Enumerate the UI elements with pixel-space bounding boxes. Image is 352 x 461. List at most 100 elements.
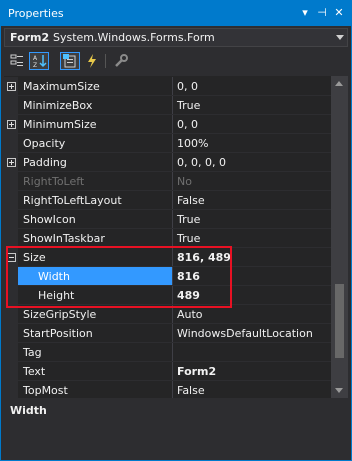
description-pane: Width (4, 401, 348, 459)
row-margin (4, 115, 18, 134)
dropdown-icon[interactable]: ▾ (298, 5, 312, 21)
row-margin (4, 286, 18, 305)
property-name[interactable]: MinimizeBox (18, 96, 172, 115)
property-row-minimizebox[interactable]: MinimizeBox True (4, 96, 331, 115)
categorized-icon (10, 54, 23, 66)
toolbar: A Z (1, 50, 351, 72)
property-value[interactable] (173, 343, 331, 362)
property-row-padding[interactable]: Padding 0, 0, 0, 0 (4, 153, 331, 172)
property-row-righttoleft[interactable]: RightToLeft No (4, 172, 331, 191)
scroll-up-icon[interactable] (335, 81, 343, 86)
property-value[interactable]: 0, 0 (173, 77, 331, 96)
wrench-icon (115, 54, 128, 67)
property-name[interactable]: Tag (18, 343, 172, 362)
property-name[interactable]: RightToLeftLayout (18, 191, 172, 210)
property-row-opacity[interactable]: Opacity 100% (4, 134, 331, 153)
scroll-thumb[interactable] (335, 284, 344, 358)
property-name[interactable]: StartPosition (18, 324, 172, 343)
property-value[interactable]: Form2 (173, 362, 331, 381)
property-value[interactable]: 816, 489 (173, 248, 331, 267)
object-type: System.Windows.Forms.Form (53, 31, 215, 44)
property-name[interactable]: MinimumSize (18, 115, 172, 134)
property-name[interactable]: SizeGripStyle (18, 305, 172, 324)
property-value[interactable]: True (173, 96, 331, 115)
property-row-minimumsize[interactable]: MinimumSize 0, 0 (4, 115, 331, 134)
property-value[interactable]: True (173, 210, 331, 229)
properties-button[interactable] (60, 52, 80, 70)
svg-text:A: A (33, 55, 38, 62)
property-row-width[interactable]: Width 816 (4, 267, 331, 286)
property-value[interactable]: 100% (173, 134, 331, 153)
property-row-showintaskbar[interactable]: ShowInTaskbar True (4, 229, 331, 248)
row-margin (4, 172, 18, 191)
property-value[interactable]: WindowsDefaultLocation (173, 324, 331, 343)
property-pages-button[interactable] (111, 52, 131, 70)
row-margin (4, 77, 18, 96)
row-margin (4, 153, 18, 172)
property-row-topmost[interactable]: TopMost False (4, 381, 331, 398)
row-margin (4, 305, 18, 324)
property-row-showicon[interactable]: ShowIcon True (4, 210, 331, 229)
toolbar-separator (105, 54, 106, 68)
row-margin (4, 362, 18, 381)
property-value[interactable]: 0, 0, 0, 0 (173, 153, 331, 172)
row-margin (4, 96, 18, 115)
alphabetical-button[interactable]: A Z (29, 52, 49, 70)
property-value[interactable]: No (173, 172, 331, 191)
alphabetical-icon: A Z (33, 55, 47, 68)
property-value[interactable]: False (173, 191, 331, 210)
object-name: Form2 (10, 31, 50, 44)
property-row-startposition[interactable]: StartPosition WindowsDefaultLocation (4, 324, 331, 343)
property-row-righttoleftlayout[interactable]: RightToLeftLayout False (4, 191, 331, 210)
property-name[interactable]: Opacity (18, 134, 172, 153)
expand-icon[interactable] (7, 82, 16, 91)
close-icon[interactable]: ✕ (332, 5, 346, 21)
property-name[interactable]: TopMost (18, 381, 172, 398)
description-title: Width (10, 404, 47, 417)
property-row-sizegripstyle[interactable]: SizeGripStyle Auto (4, 305, 331, 324)
categorized-button[interactable] (7, 52, 27, 70)
property-value[interactable]: Auto (173, 305, 331, 324)
events-button[interactable] (82, 52, 102, 70)
property-grid: MaximumSize 0, 0 MinimizeBox True MinimumSiz… (4, 76, 331, 398)
property-row-maximumsize[interactable]: MaximumSize 0, 0 (4, 77, 331, 96)
property-name[interactable]: ShowInTaskbar (18, 229, 172, 248)
row-margin (4, 229, 18, 248)
row-margin (4, 343, 18, 362)
svg-text:Z: Z (33, 62, 37, 68)
row-margin (4, 248, 18, 267)
property-row-size[interactable]: Size 816, 489 (4, 248, 331, 267)
expand-icon[interactable] (7, 158, 16, 167)
title-bar: Properties ▾ ⊣ ✕ (1, 1, 351, 26)
property-value[interactable]: False (173, 381, 331, 398)
row-margin (4, 267, 18, 286)
property-row-text[interactable]: Text Form2 (4, 362, 331, 381)
property-value[interactable]: 0, 0 (173, 115, 331, 134)
property-name[interactable]: ShowIcon (18, 210, 172, 229)
property-name[interactable]: RightToLeft (18, 172, 172, 191)
property-name[interactable]: Padding (18, 153, 172, 172)
property-name[interactable]: Text (18, 362, 172, 381)
properties-icon (63, 54, 76, 68)
object-selector[interactable]: Form2 System.Windows.Forms.Form (4, 28, 348, 47)
property-row-tag[interactable]: Tag (4, 343, 331, 362)
property-name[interactable]: MaximumSize (18, 77, 172, 96)
properties-window: Properties ▾ ⊣ ✕ Form2 System.Windows.Fo… (0, 0, 352, 461)
collapse-icon[interactable] (7, 253, 16, 262)
property-name[interactable]: Height (18, 286, 172, 305)
chevron-down-icon[interactable] (336, 35, 344, 40)
scroll-down-icon[interactable] (335, 388, 343, 393)
property-value[interactable]: True (173, 229, 331, 248)
property-value[interactable]: 816 (173, 267, 331, 286)
row-margin (4, 191, 18, 210)
property-name[interactable]: Width (18, 267, 172, 286)
expand-icon[interactable] (7, 120, 16, 129)
row-margin (4, 134, 18, 153)
pin-icon[interactable]: ⊣ (315, 5, 329, 21)
property-name[interactable]: Size (18, 248, 172, 267)
row-margin (4, 324, 18, 343)
property-value[interactable]: 489 (173, 286, 331, 305)
events-icon (88, 54, 96, 68)
vertical-scrollbar[interactable] (331, 76, 348, 398)
property-row-height[interactable]: Height 489 (4, 286, 331, 305)
